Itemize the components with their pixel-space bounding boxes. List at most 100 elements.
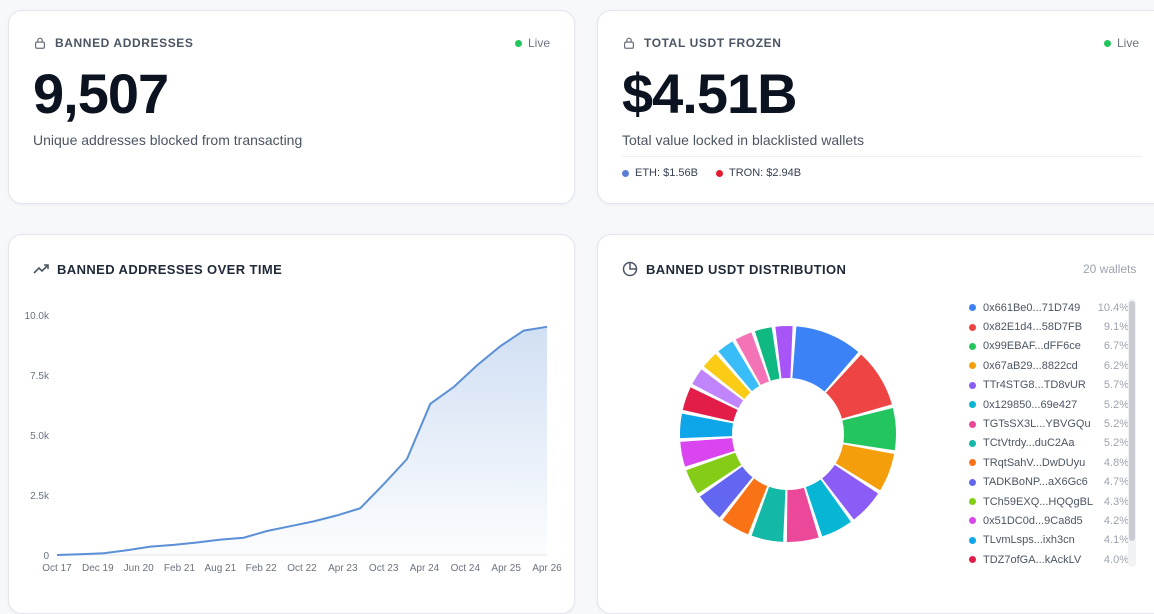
legend-address: TTr4STG8...TD8vUR	[983, 379, 1086, 392]
divider	[622, 156, 1142, 157]
legend-item[interactable]: TRqtSahV...DwDUyu 4.8%	[969, 453, 1129, 472]
y-tick-label: 2.5k	[30, 491, 50, 502]
legend-address: 0x67aB29...8822cd	[983, 359, 1078, 372]
distribution-donut-chart	[680, 326, 896, 542]
legend-address: TCtVtrdy...duC2Aa	[983, 437, 1075, 450]
total-usdt-frozen-label: TOTAL USDT FROZEN	[622, 36, 782, 50]
banned-addresses-value: 9,507	[33, 62, 169, 125]
live-dot-icon	[1104, 39, 1111, 47]
legend-item[interactable]: 0x51DC0d...9Ca8d5 4.2%	[969, 511, 1129, 530]
banned-addresses-card: BANNED ADDRESSES Live 9,507 Unique addre…	[8, 10, 575, 204]
legend-address: TCh59EXQ...HQQgBL	[983, 495, 1094, 508]
legend-percent: 4.8%	[1103, 456, 1129, 469]
legend-percent: 10.4%	[1097, 301, 1129, 314]
distribution-card: BANNED USDT DISTRIBUTION 20 wallets 0x66…	[597, 234, 1154, 614]
legend-address: TGTsSX3L...YBVGQu	[983, 418, 1091, 431]
banned-over-time-chart: 0 2.5k 5.0k 7.5k 10.0k Oct 17 Dec 19 Jun 20 Feb …	[25, 311, 563, 574]
legend-dot-icon	[969, 362, 976, 370]
legend-scrollbar[interactable]	[1128, 299, 1136, 567]
x-tick-label: Aug 21	[204, 563, 236, 574]
x-tick-label: Apr 24	[410, 563, 440, 574]
live-indicator: Live	[514, 36, 550, 50]
legend-percent: 9.1%	[1103, 321, 1129, 334]
legend-item[interactable]: TGTsSX3L...YBVGQu 5.2%	[969, 414, 1129, 433]
x-tick-label: Feb 22	[246, 563, 278, 574]
legend-dot-icon	[969, 381, 976, 389]
chain-eth-label: ETH: $1.56B	[635, 167, 698, 179]
y-tick-label: 10.0k	[25, 311, 50, 322]
total-usdt-frozen-label-text: TOTAL USDT FROZEN	[644, 36, 782, 50]
legend-address: TLvmLsps...ixh3cn	[983, 534, 1075, 547]
legend-percent: 5.7%	[1103, 379, 1129, 392]
legend-item[interactable]: TTr4STG8...TD8vUR 5.7%	[969, 376, 1129, 395]
legend-item[interactable]: TDZ7ofGA...kAckLV 4.0%	[969, 550, 1129, 569]
legend-percent: 6.2%	[1103, 359, 1129, 372]
over-time-card: BANNED ADDRESSES OVER TIME 0 2.5k 5.0k 7.5k…	[8, 234, 575, 614]
banned-addresses-label: BANNED ADDRESSES	[33, 36, 194, 50]
legend-dot-icon	[969, 459, 976, 467]
legend-percent: 4.3%	[1103, 495, 1129, 508]
legend-address: TADKBoNP...aX6Gc6	[983, 476, 1088, 489]
legend-dot-icon	[969, 420, 976, 428]
legend-address: 0x51DC0d...9Ca8d5	[983, 514, 1083, 527]
y-tick-label: 7.5k	[30, 371, 50, 382]
legend-address: 0x129850...69e427	[983, 398, 1078, 411]
legend-item[interactable]: TLvmLsps...ixh3cn 4.1%	[969, 531, 1129, 550]
x-tick-label: Oct 17	[42, 563, 72, 574]
area-fill	[57, 326, 547, 555]
distribution-legend[interactable]: 0x661Be0...71D749 10.4% 0x82E1d4...58D7FB 9…	[969, 298, 1129, 569]
legend-dot-icon	[969, 439, 976, 447]
live-indicator: Live	[1104, 36, 1139, 50]
wallet-count: 20 wallets	[1083, 262, 1137, 276]
banned-addresses-label-text: BANNED ADDRESSES	[55, 36, 194, 50]
legend-item[interactable]: 0x82E1d4...58D7FB 9.1%	[969, 317, 1129, 336]
x-tick-label: Oct 24	[451, 563, 481, 574]
legend-address: 0x661Be0...71D749	[983, 301, 1081, 314]
y-tick-label: 5.0k	[30, 431, 50, 442]
total-usdt-frozen-card: TOTAL USDT FROZEN Live $4.51B Total valu…	[597, 10, 1154, 204]
legend-percent: 5.2%	[1103, 418, 1129, 431]
x-tick-label: Dec 19	[82, 563, 114, 574]
live-dot-icon	[514, 39, 522, 47]
legend-item[interactable]: TADKBoNP...aX6Gc6 4.7%	[969, 473, 1129, 492]
legend-dot-icon	[969, 304, 976, 312]
pie-chart-icon	[622, 261, 638, 277]
legend-address: TRqtSahV...DwDUyu	[983, 456, 1086, 469]
eth-dot-icon	[622, 169, 629, 177]
distribution-title-text: BANNED USDT DISTRIBUTION	[646, 261, 847, 277]
chain-eth: ETH: $1.56B	[622, 167, 698, 179]
legend-dot-icon	[969, 536, 976, 544]
x-tick-label: Oct 22	[287, 563, 317, 574]
chain-breakdown: ETH: $1.56B TRON: $2.94B	[622, 167, 801, 179]
legend-item[interactable]: 0x129850...69e427 5.2%	[969, 395, 1129, 414]
legend-item[interactable]: TCh59EXQ...HQQgBL 4.3%	[969, 492, 1129, 511]
legend-item[interactable]: 0x661Be0...71D749 10.4%	[969, 298, 1129, 317]
legend-address: TDZ7ofGA...kAckLV	[983, 553, 1082, 566]
legend-dot-icon	[969, 517, 976, 525]
legend-item[interactable]: 0x67aB29...8822cd 6.2%	[969, 356, 1129, 375]
y-tick-label: 0	[43, 551, 49, 562]
legend-percent: 4.0%	[1103, 553, 1129, 566]
legend-item[interactable]: TCtVtrdy...duC2Aa 5.2%	[969, 434, 1129, 453]
chain-tron-label: TRON: $2.94B	[728, 167, 802, 179]
legend-percent: 5.2%	[1103, 398, 1129, 411]
lock-icon	[35, 37, 45, 49]
legend-percent: 4.2%	[1103, 514, 1129, 527]
lock-icon	[624, 37, 634, 49]
legend-dot-icon	[969, 323, 976, 331]
legend-dot-icon	[969, 478, 976, 486]
x-tick-label: Oct 23	[369, 563, 399, 574]
legend-percent: 6.7%	[1103, 340, 1129, 353]
live-text: Live	[527, 36, 550, 50]
legend-item[interactable]: 0x99EBAF...dFF6ce 6.7%	[969, 337, 1129, 356]
legend-dot-icon	[969, 342, 976, 350]
legend-percent: 4.1%	[1103, 534, 1129, 547]
live-text: Live	[1117, 36, 1140, 50]
x-tick-label: Apr 23	[328, 563, 358, 574]
legend-scrollbar-thumb[interactable]	[1129, 301, 1135, 541]
legend-address: 0x99EBAF...dFF6ce	[983, 340, 1081, 353]
total-usdt-frozen-value: $4.51B	[622, 62, 798, 125]
x-tick-label: Apr 25	[491, 563, 521, 574]
legend-percent: 5.2%	[1103, 437, 1129, 450]
x-tick-label: Jun 20	[124, 563, 154, 574]
